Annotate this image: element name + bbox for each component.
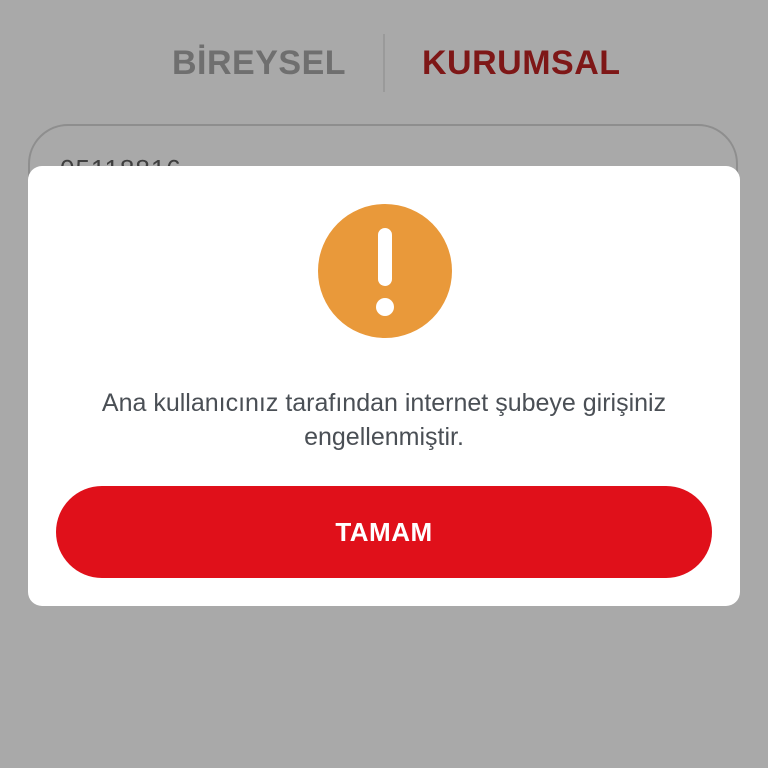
- exclamation-icon: [318, 204, 452, 338]
- exclamation-dot: [376, 298, 394, 316]
- tab-bireysel[interactable]: BİREYSEL: [172, 44, 346, 83]
- alert-dialog: Ana kullanıcınız tarafından internet şub…: [28, 166, 740, 606]
- tab-divider: [383, 34, 385, 92]
- tab-kurumsal[interactable]: KURUMSAL: [422, 44, 621, 83]
- exclamation-bar: [378, 228, 392, 286]
- login-screen: BİREYSEL KURUMSAL 05118816 Ana kullanıcı…: [0, 0, 768, 768]
- dialog-message: Ana kullanıcınız tarafından internet şub…: [101, 389, 667, 451]
- ok-button[interactable]: TAMAM: [56, 486, 712, 578]
- customer-type-tabs: BİREYSEL KURUMSAL: [0, 30, 768, 96]
